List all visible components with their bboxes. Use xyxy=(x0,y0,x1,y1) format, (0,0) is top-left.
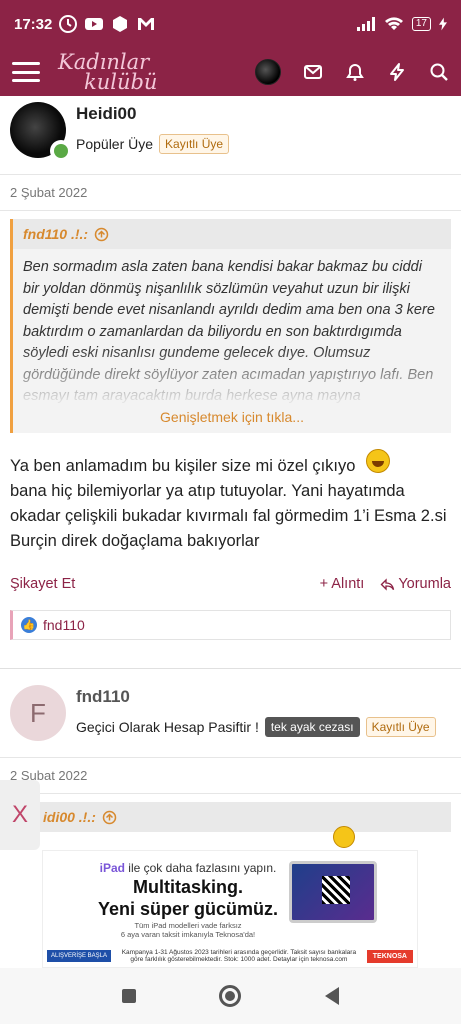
mail-icon[interactable] xyxy=(303,62,323,82)
recent-apps-icon[interactable] xyxy=(121,989,136,1003)
logo-line-1: Kadınlar xyxy=(58,50,150,74)
quote-block: fnd110 .!.: Ben sormadım asla zaten bana… xyxy=(10,219,451,433)
message-text: Ya ben anlamadım bu kişiler size mi özel… xyxy=(10,457,356,475)
lightning-icon[interactable] xyxy=(387,62,407,82)
quote-button[interactable]: + Alıntı xyxy=(320,576,365,592)
grinning-emoji-icon xyxy=(366,449,391,473)
ad-brand-ipad: iPad xyxy=(99,861,125,875)
post-2: F fnd110 Geçici Olarak Hesap Pasiftir ! … xyxy=(0,668,461,832)
divider xyxy=(0,210,461,211)
expand-quote-link[interactable]: Genişletmek için tıkla... xyxy=(13,407,451,433)
status-bar: 17:32 17 xyxy=(0,0,461,48)
ad-headline-1: Multitasking. xyxy=(132,877,243,897)
post-username[interactable]: fnd110 xyxy=(76,687,436,707)
notification-icons xyxy=(58,14,156,34)
divider xyxy=(0,793,461,794)
message-text-2: bana hiç bilemiyorlar ya atıp tutuyolar.… xyxy=(10,482,447,550)
reply-label: Yorumla xyxy=(398,576,451,592)
ad-intro-text: ile çok daha fazlasını yapın. xyxy=(128,861,277,875)
site-logo[interactable]: Kadınlar kulübü xyxy=(58,50,158,94)
ad-cta-button[interactable]: ALIŞVERİŞE BAŞLA xyxy=(47,950,112,962)
charging-icon xyxy=(439,17,447,31)
quote-author[interactable]: idi00 .!.: xyxy=(43,809,96,825)
online-status-icon xyxy=(50,140,72,162)
ad-fineprint-2: 6 aya varan taksit imkanıyla Teknosa'da! xyxy=(120,930,256,939)
account-avatar[interactable] xyxy=(255,59,281,85)
user-avatar[interactable] xyxy=(10,102,72,162)
arrow-up-circle-icon[interactable] xyxy=(102,810,117,825)
quote-author[interactable]: fnd110 .!.: xyxy=(23,226,88,242)
ad-laptop-image xyxy=(289,861,377,923)
home-icon[interactable] xyxy=(219,985,242,1007)
signal-icon xyxy=(356,17,375,31)
status-time: 17:32 xyxy=(14,15,53,33)
battery-icon: 17 xyxy=(411,17,431,31)
ad-brand-logo: TEKNOSA xyxy=(366,949,413,963)
ad-intro: iPad ile çok daha fazlasını yapın. xyxy=(73,861,303,875)
youtube-icon xyxy=(85,18,104,30)
thread-content: Heidi00 Popüler Üye Kayıtlı Üye 2 Şubat … xyxy=(0,96,461,968)
report-button[interactable]: Şikayet Et xyxy=(10,576,75,592)
search-icon[interactable] xyxy=(429,62,449,82)
ad-headline-2: Yeni süper gücümüz. xyxy=(97,899,279,919)
user-title: Geçici Olarak Hesap Pasiftir ! xyxy=(76,719,259,735)
menu-icon[interactable] xyxy=(12,62,40,82)
ad-fineprint-1: Tüm iPad modelleri vade farksız xyxy=(134,921,242,930)
advertisement-banner[interactable]: iPad ile çok daha fazlasını yapın. Multi… xyxy=(42,850,418,968)
post-message: Ya ben anlamadım bu kişiler size mi özel… xyxy=(0,433,461,554)
box-icon xyxy=(113,16,128,32)
reply-icon xyxy=(380,577,395,591)
gmail-icon xyxy=(138,18,155,30)
reaction-user[interactable]: fnd110 xyxy=(43,617,85,633)
user-avatar[interactable]: F xyxy=(10,685,66,741)
post-header: F fnd110 Geçici Olarak Hesap Pasiftir ! … xyxy=(0,679,461,757)
arrow-up-circle-icon[interactable] xyxy=(94,227,109,242)
back-icon[interactable] xyxy=(325,987,340,1005)
user-title: Popüler Üye xyxy=(76,136,154,152)
system-navigation-bar xyxy=(0,968,461,1024)
quote-header[interactable]: fnd110 .!.: xyxy=(13,219,451,249)
bell-icon[interactable] xyxy=(345,62,365,82)
post-date[interactable]: 2 Şubat 2022 xyxy=(0,758,461,793)
wifi-icon xyxy=(384,17,403,30)
post-header: Heidi00 Popüler Üye Kayıtlı Üye xyxy=(0,96,461,174)
app-header: Kadınlar kulübü xyxy=(0,48,461,96)
member-badge: Kayıtlı Üye xyxy=(159,134,230,154)
logo-line-2: kulübü xyxy=(84,70,158,94)
post-actions: Şikayet Et + Alıntı Yorumla xyxy=(0,554,461,602)
penalty-badge: tek ayak cezası xyxy=(264,717,360,737)
quote-header[interactable]: idi00 .!.: xyxy=(10,802,451,832)
like-icon: 👍 xyxy=(21,617,37,633)
grinning-emoji-icon xyxy=(333,826,355,848)
reaction-bar[interactable]: 👍 fnd110 xyxy=(10,610,451,640)
ad-campaign-text: Kampanya 1-31 Ağustos 2023 tarihleri ara… xyxy=(121,949,357,963)
member-badge: Kayıtlı Üye xyxy=(365,717,436,737)
clock-icon xyxy=(59,15,78,33)
reply-button[interactable]: Yorumla xyxy=(380,576,451,592)
close-ad-button[interactable]: X xyxy=(0,780,40,850)
post-date[interactable]: 2 Şubat 2022 xyxy=(0,175,461,210)
quote-text: Ben sormadım asla zaten bana kendisi bak… xyxy=(13,249,451,407)
post-username[interactable]: Heidi00 xyxy=(76,104,229,124)
